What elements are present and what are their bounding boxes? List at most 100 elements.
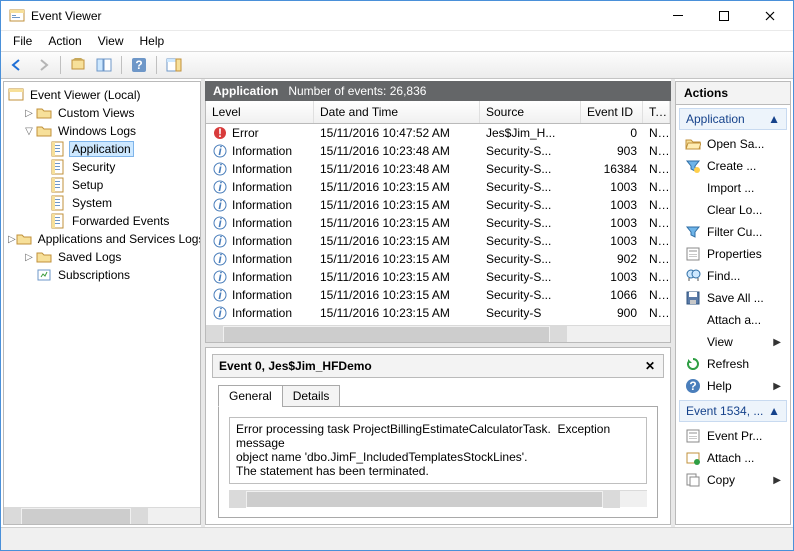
action-item[interactable]: Filter Cu...	[679, 221, 787, 243]
tree-item[interactable]: Security	[4, 158, 200, 176]
tree-horizontal-scrollbar[interactable]	[4, 507, 200, 524]
tree-root[interactable]: Event Viewer (Local)	[4, 86, 200, 104]
action-item[interactable]: Create ...	[679, 155, 787, 177]
expander-icon[interactable]: ▷	[8, 234, 16, 245]
action-item[interactable]: Attach ...	[679, 447, 787, 469]
log-icon	[50, 159, 66, 175]
action-item[interactable]: Save All ...	[679, 287, 787, 309]
tab-general[interactable]: General	[218, 385, 283, 407]
action-item[interactable]: Open Sa...	[679, 133, 787, 155]
cell-date: 15/11/2016 10:23:15 AM	[314, 270, 480, 284]
info-icon: i	[212, 287, 228, 303]
cell-eventid: 1003	[581, 216, 643, 230]
menu-file[interactable]: File	[5, 32, 40, 50]
cell-source: Security-S	[480, 306, 581, 320]
event-row[interactable]: iInformation15/11/2016 10:23:48 AMSecuri…	[206, 160, 670, 178]
cell-date: 15/11/2016 10:23:15 AM	[314, 234, 480, 248]
event-message[interactable]: Error processing task ProjectBillingEsti…	[229, 417, 647, 484]
navigation-tree[interactable]: Event Viewer (Local) ▷Custom Views▽Windo…	[4, 82, 200, 507]
col-level[interactable]: Level	[206, 101, 314, 123]
grid-body[interactable]: !Error15/11/2016 10:47:52 AMJes$Jim_H...…	[206, 124, 670, 325]
tree-item[interactable]: ▷Applications and Services Logs	[4, 230, 200, 248]
log-icon	[50, 177, 66, 193]
event-row[interactable]: iInformation15/11/2016 10:23:15 AMSecuri…	[206, 304, 670, 322]
menu-view[interactable]: View	[90, 32, 132, 50]
svg-text:?: ?	[135, 58, 142, 72]
action-item[interactable]: Event Pr...	[679, 425, 787, 447]
detail-horizontal-scrollbar[interactable]	[229, 490, 647, 507]
event-row[interactable]: iInformation15/11/2016 10:23:15 AMSecuri…	[206, 178, 670, 196]
toolbar-separator	[156, 56, 157, 74]
actions-section-header[interactable]: Event 1534, ...▲	[679, 400, 787, 422]
col-task[interactable]: Task C	[643, 101, 670, 123]
action-item-label: Open Sa...	[707, 137, 764, 151]
tree-item[interactable]: ▽Windows Logs	[4, 122, 200, 140]
grid-horizontal-scrollbar[interactable]	[206, 325, 670, 342]
nav-back-button[interactable]	[5, 54, 29, 76]
nav-forward-button[interactable]	[31, 54, 55, 76]
close-button[interactable]	[747, 1, 793, 30]
action-item[interactable]: Properties	[679, 243, 787, 265]
action-item[interactable]: Refresh	[679, 353, 787, 375]
show-hide-tree-button[interactable]	[66, 54, 90, 76]
menu-help[interactable]: Help	[132, 32, 173, 50]
event-row[interactable]: iInformation15/11/2016 10:23:15 AMSecuri…	[206, 286, 670, 304]
tree-item[interactable]: Setup	[4, 176, 200, 194]
tree-item[interactable]: Forwarded Events	[4, 212, 200, 230]
toolbar-btn-b[interactable]	[162, 54, 186, 76]
action-item[interactable]: Find...	[679, 265, 787, 287]
event-row[interactable]: iInformation15/11/2016 10:23:48 AMSecuri…	[206, 142, 670, 160]
action-item[interactable]: Clear Lo...	[679, 199, 787, 221]
cell-level: Information	[232, 162, 292, 176]
event-row[interactable]: iInformation15/11/2016 10:23:15 AMSecuri…	[206, 232, 670, 250]
event-row[interactable]: !Error15/11/2016 10:47:52 AMJes$Jim_H...…	[206, 124, 670, 142]
cell-source: Security-S...	[480, 144, 581, 158]
cell-source: Security-S...	[480, 216, 581, 230]
status-bar	[1, 527, 793, 550]
info-icon: i	[212, 143, 228, 159]
tree-item[interactable]: ▷ Saved Logs	[4, 248, 200, 266]
expander-icon[interactable]: ▷	[22, 108, 36, 119]
cell-level: Information	[232, 216, 292, 230]
col-eventid[interactable]: Event ID	[581, 101, 643, 123]
menu-action[interactable]: Action	[40, 32, 89, 50]
col-date[interactable]: Date and Time	[314, 101, 480, 123]
tree-item[interactable]: ▷Custom Views	[4, 104, 200, 122]
cell-date: 15/11/2016 10:23:15 AM	[314, 288, 480, 302]
tree-item[interactable]: Subscriptions	[4, 266, 200, 284]
action-item[interactable]: ?Help▶	[679, 375, 787, 397]
tree-item-label: Application	[70, 142, 133, 156]
cell-task: None	[643, 144, 670, 158]
folder-icon	[36, 249, 52, 265]
action-item[interactable]: Attach a...	[679, 309, 787, 331]
cell-level: Information	[232, 198, 292, 212]
expander-icon[interactable]: ▷	[22, 252, 36, 263]
actions-section-header[interactable]: Application▲	[679, 108, 787, 130]
cell-date: 15/11/2016 10:23:15 AM	[314, 216, 480, 230]
help-icon: ?	[685, 378, 701, 394]
event-row[interactable]: iInformation15/11/2016 10:23:15 AMSecuri…	[206, 268, 670, 286]
event-row[interactable]: iInformation15/11/2016 10:23:15 AMSecuri…	[206, 196, 670, 214]
help-button[interactable]: ?	[127, 54, 151, 76]
action-item[interactable]: Copy▶	[679, 469, 787, 491]
tree-item[interactable]: Application	[4, 140, 200, 158]
minimize-button[interactable]	[655, 1, 701, 30]
expander-icon[interactable]: ▽	[22, 126, 36, 137]
action-item-label: Import ...	[707, 181, 754, 195]
toolbar-btn-a[interactable]	[92, 54, 116, 76]
cell-eventid: 1003	[581, 198, 643, 212]
cell-source: Security-S...	[480, 234, 581, 248]
cell-date: 15/11/2016 10:23:15 AM	[314, 252, 480, 266]
action-item[interactable]: View▶	[679, 331, 787, 353]
tree-item-label: Saved Logs	[56, 250, 123, 264]
blank-icon	[685, 334, 701, 350]
event-row[interactable]: iInformation15/11/2016 10:23:15 AMSecuri…	[206, 250, 670, 268]
event-row[interactable]: iInformation15/11/2016 10:23:15 AMSecuri…	[206, 214, 670, 232]
detail-close-button[interactable]: ✕	[643, 359, 657, 373]
action-item[interactable]: Import ...	[679, 177, 787, 199]
tree-item[interactable]: System	[4, 194, 200, 212]
toolbar-separator	[121, 56, 122, 74]
maximize-button[interactable]	[701, 1, 747, 30]
col-source[interactable]: Source	[480, 101, 581, 123]
tab-details[interactable]: Details	[282, 385, 341, 407]
